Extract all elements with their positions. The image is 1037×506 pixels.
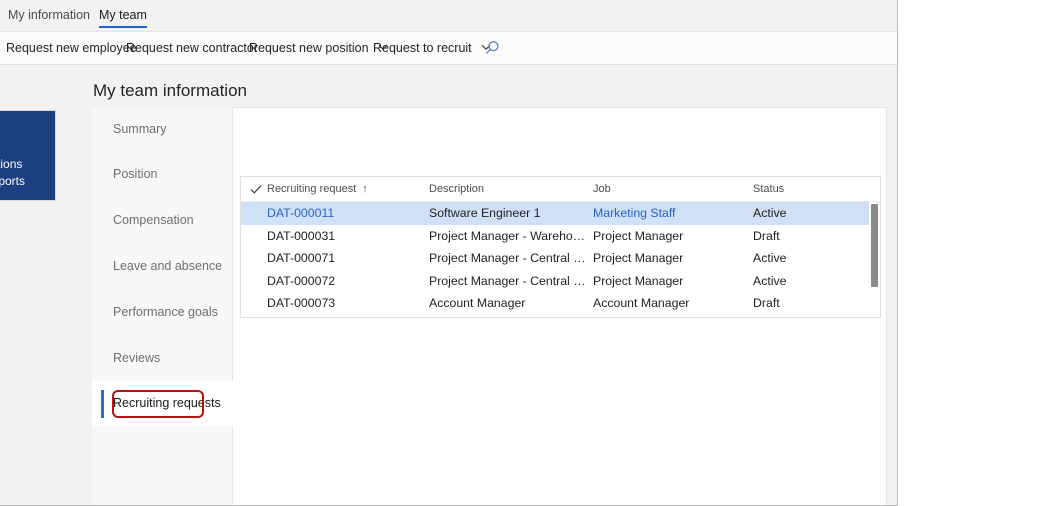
cell-status: Active	[753, 247, 863, 270]
search-icon[interactable]	[482, 38, 504, 59]
table-row[interactable]: DAT-000073 Account Manager Account Manag…	[241, 292, 881, 315]
button-label: Request new contractor	[126, 41, 258, 55]
request-new-employee-button[interactable]: Request new employee	[2, 32, 141, 65]
sidebar-item-label: Performance goals	[113, 305, 218, 319]
content-area: positions ct reports My team information…	[0, 66, 897, 505]
section-navigation: Summary Position Compensation Leave and …	[92, 107, 233, 506]
cell-status: Draft	[753, 225, 863, 248]
column-header-label: Status	[753, 183, 784, 195]
tab-label: My information	[8, 8, 90, 22]
cell-job: Project Manager	[593, 225, 748, 248]
cell-status: Draft	[753, 292, 863, 315]
sidebar-item-label: Leave and absence	[113, 259, 222, 273]
sidebar-item-recruiting-requests[interactable]: Recruiting requests	[92, 381, 233, 426]
table-row[interactable]: DAT-000011 Software Engineer 1 Marketing…	[241, 202, 881, 225]
sidebar-item-label: Compensation	[113, 213, 194, 227]
button-label: Request new employee	[6, 41, 137, 55]
active-tab-indicator	[99, 26, 147, 28]
column-header-recruiting-request[interactable]: Recruiting request ↑	[267, 177, 427, 202]
column-header-label: Recruiting request	[267, 183, 356, 195]
tab-my-team[interactable]: My team	[91, 0, 155, 32]
column-header-label: Description	[429, 183, 484, 195]
button-label: Request new position	[249, 41, 369, 55]
column-header-description[interactable]: Description	[429, 177, 589, 202]
cell-description: Project Manager - Central divisi...	[429, 247, 589, 270]
navigation-tile[interactable]: positions ct reports	[0, 110, 56, 201]
sidebar-item-leave-and-absence[interactable]: Leave and absence	[92, 244, 233, 289]
grid-scrollbar-thumb[interactable]	[871, 204, 878, 287]
grid-header-row: Recruiting request ↑ Description Job Stat…	[241, 177, 881, 202]
cell-description: Software Engineer 1	[429, 202, 589, 225]
cell-recruiting-request[interactable]: DAT-000072	[267, 270, 427, 293]
table-row[interactable]: DAT-000071 Project Manager - Central div…	[241, 247, 881, 270]
sidebar-item-position[interactable]: Position	[92, 152, 233, 197]
table-row[interactable]: DAT-000031 Project Manager - Warehouse P…	[241, 225, 881, 248]
sidebar-item-label: Summary	[113, 122, 166, 136]
column-header-job[interactable]: Job	[593, 177, 748, 202]
button-label: Request to recruit	[373, 41, 472, 55]
sidebar-item-reviews[interactable]: Reviews	[92, 336, 233, 381]
sidebar-item-summary[interactable]: Summary	[92, 107, 233, 152]
cell-job: Project Manager	[593, 270, 748, 293]
sidebar-item-label: Recruiting requests	[113, 396, 221, 410]
column-header-status[interactable]: Status	[753, 177, 863, 202]
navigation-tile-line-2: ct reports	[0, 173, 25, 190]
navigation-tile-text: positions ct reports	[0, 156, 25, 190]
tab-strip: My information My team	[0, 0, 897, 32]
request-new-contractor-button[interactable]: Request new contractor	[122, 32, 262, 65]
cell-job: Project Manager	[593, 247, 748, 270]
tab-my-information[interactable]: My information	[0, 0, 98, 32]
cell-status: Active	[753, 270, 863, 293]
table-row[interactable]: DAT-000072 Project Manager - Central reg…	[241, 270, 881, 293]
page-title: My team information	[93, 81, 247, 101]
cell-recruiting-request[interactable]: DAT-000071	[267, 247, 427, 270]
cell-recruiting-request[interactable]: DAT-000073	[267, 292, 427, 315]
sidebar-item-label: Position	[113, 167, 157, 181]
sort-ascending-icon: ↑	[362, 177, 368, 202]
sidebar-item-performance-goals[interactable]: Performance goals	[92, 290, 233, 335]
navigation-tile-line-1: positions	[0, 156, 25, 173]
application-window: My information My team Request new emplo…	[0, 0, 898, 506]
cell-recruiting-request[interactable]: DAT-000011	[267, 202, 427, 225]
cell-recruiting-request[interactable]: DAT-000031	[267, 225, 427, 248]
cell-status: Active	[753, 202, 863, 225]
request-to-recruit-button[interactable]: Request to recruit	[369, 32, 495, 65]
tab-label: My team	[99, 8, 147, 22]
cell-job[interactable]: Marketing Staff	[593, 202, 748, 225]
cell-description: Account Manager	[429, 292, 589, 315]
column-header-label: Job	[593, 183, 611, 195]
recruiting-requests-grid: Recruiting request ↑ Description Job Stat…	[240, 176, 881, 318]
checkmark-icon[interactable]	[249, 183, 263, 196]
action-toolbar: Request new employee Request new contrac…	[0, 32, 897, 65]
grid-vertical-scrollbar[interactable]	[869, 202, 880, 317]
sidebar-item-compensation[interactable]: Compensation	[92, 198, 233, 243]
selected-item-indicator	[101, 390, 104, 418]
cell-description: Project Manager - Warehouse	[429, 225, 589, 248]
cell-job: Account Manager	[593, 292, 748, 315]
cell-description: Project Manager - Central region	[429, 270, 589, 293]
sidebar-item-label: Reviews	[113, 351, 160, 365]
